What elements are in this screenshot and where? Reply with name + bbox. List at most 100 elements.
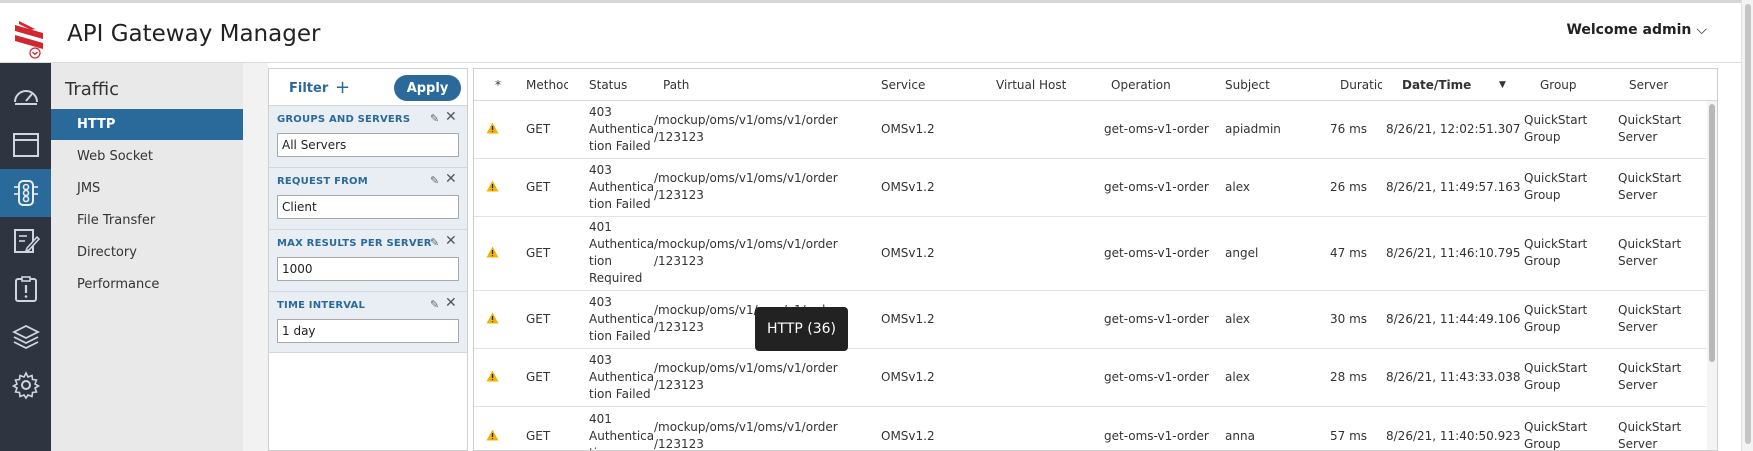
subject-cell: alex xyxy=(1225,179,1250,196)
column-header-server[interactable]: Server xyxy=(1629,78,1668,92)
column-header-service[interactable]: Service xyxy=(881,78,925,92)
edit-pencil-icon[interactable]: ✎ xyxy=(430,298,439,311)
subnav-item-directory[interactable]: Directory xyxy=(51,237,243,268)
window-nav-button[interactable] xyxy=(0,121,51,169)
request-from-field[interactable]: Client xyxy=(277,195,459,219)
scrollbar-thumb[interactable] xyxy=(1709,104,1715,362)
datetime-cell-line: 8/26/21, 11:46:10.795 xyxy=(1386,245,1521,260)
server-cell: QuickStart Server xyxy=(1618,419,1681,450)
table-row[interactable]: GET 403 Authentica tion Failed/mockup/oms/v… xyxy=(474,349,1708,407)
method-cell: GET xyxy=(526,245,550,262)
warning-icon xyxy=(486,429,499,441)
method-cell-line: GET xyxy=(526,311,551,326)
page-scrollbar[interactable] xyxy=(1741,0,1753,451)
operation-cell: get-oms-v1-order xyxy=(1104,245,1209,262)
column-header-subject[interactable]: Subject xyxy=(1225,78,1270,92)
column-header-flag[interactable]: * xyxy=(495,78,501,92)
status-cell-line: tion Failed xyxy=(589,386,651,401)
close-icon[interactable]: ✕ xyxy=(445,109,457,125)
top-bar: API Gateway Manager Welcome admin ⌵ xyxy=(0,0,1753,63)
path-cell-line: /mockup/oms/v1/oms/v1/order xyxy=(654,113,838,127)
column-header-status[interactable]: Status xyxy=(589,78,627,92)
alerts-nav-button[interactable] xyxy=(0,265,51,313)
table-row[interactable]: GET 403 Authentica tion Failed/mockup/oms/v… xyxy=(474,291,1708,349)
service-cell-line: OMSv1.2 xyxy=(881,245,935,260)
subnav-item-web-socket[interactable]: Web Socket xyxy=(51,141,243,172)
duration-cell: 57 ms xyxy=(1330,428,1367,445)
status-cell-line: Authentica xyxy=(589,237,655,251)
method-cell-line: GET xyxy=(526,245,551,260)
service-cell-line: OMSv1.2 xyxy=(881,311,935,326)
close-icon[interactable]: ✕ xyxy=(445,171,457,187)
add-filter-icon[interactable]: + xyxy=(335,77,350,98)
duration-cell: 26 ms xyxy=(1330,179,1367,196)
warning-icon xyxy=(486,180,499,192)
column-header-duration[interactable]: Duratio xyxy=(1340,78,1382,92)
server-cell-line: QuickStart xyxy=(1618,303,1682,317)
edit-nav-button[interactable] xyxy=(0,217,51,265)
datetime-cell-line: 8/26/21, 12:02:51.307 xyxy=(1386,121,1521,136)
filter-panel: Filter + Apply GROUPS AND SERVERS ✎ ✕ Al… xyxy=(268,68,468,451)
subject-cell-line: anna xyxy=(1225,428,1255,443)
server-cell-line: QuickStart xyxy=(1618,237,1682,251)
operation-cell: get-oms-v1-order xyxy=(1104,428,1209,445)
filter-header: Filter + Apply xyxy=(269,69,467,105)
group-cell: QuickStart Group xyxy=(1524,360,1587,394)
page-scrollbar-thumb[interactable] xyxy=(1745,4,1751,444)
max-results-field[interactable]: 1000 xyxy=(277,257,459,281)
user-menu[interactable]: Welcome admin ⌵ xyxy=(1566,22,1707,38)
group-cell-line: Group xyxy=(1524,378,1561,392)
apply-button[interactable]: Apply xyxy=(394,75,461,101)
edit-pencil-icon[interactable]: ✎ xyxy=(430,174,439,187)
filter-title[interactable]: Filter xyxy=(289,81,328,96)
settings-nav-button[interactable] xyxy=(0,361,51,409)
status-cell-line: tion Failed xyxy=(589,138,651,153)
status-cell-line: tion Failed xyxy=(589,196,651,211)
edit-pencil-icon[interactable]: ✎ xyxy=(430,112,439,125)
service-cell-line: OMSv1.2 xyxy=(881,369,935,384)
table-row[interactable]: GET 401 Authentica tion Required/mockup/oms/… xyxy=(474,217,1708,291)
subnav-item-file-transfer[interactable]: File Transfer xyxy=(51,205,243,236)
subnav-item-http[interactable]: HTTP xyxy=(51,109,243,140)
column-header-operation[interactable]: Operation xyxy=(1111,78,1171,92)
datetime-cell-line: 8/26/21, 11:49:57.163 xyxy=(1386,179,1521,194)
path-cell: /mockup/oms/v1/oms/v1/order/123123 xyxy=(654,112,838,146)
status-cell-line: Authentica xyxy=(589,369,655,384)
subject-cell: angel xyxy=(1225,245,1258,262)
operation-cell: get-oms-v1-order xyxy=(1104,311,1209,328)
time-interval-field[interactable]: 1 day xyxy=(277,319,459,343)
table-scrollbar[interactable] xyxy=(1707,101,1717,450)
datetime-cell: 8/26/21, 11:46:10.795 xyxy=(1386,245,1521,262)
status-cell-line: 403 xyxy=(589,294,612,309)
column-header-method[interactable]: Methoc xyxy=(526,78,568,92)
group-cell-line: Group xyxy=(1524,188,1561,202)
column-header-datetime[interactable]: Date/Time xyxy=(1402,78,1471,92)
service-cell: OMSv1.2 xyxy=(881,428,935,445)
operation-cell: get-oms-v1-order xyxy=(1104,121,1209,138)
layers-nav-button[interactable] xyxy=(0,313,51,361)
column-header-group[interactable]: Group xyxy=(1540,78,1577,92)
close-icon[interactable]: ✕ xyxy=(445,295,457,311)
dashboard-nav-button[interactable] xyxy=(0,73,51,121)
duration-cell-line: 76 ms xyxy=(1330,121,1368,136)
table-row[interactable]: GET 401 Authentica tion/mockup/oms/v1/oms/v… xyxy=(474,407,1708,450)
server-cell-line: Server xyxy=(1618,130,1658,144)
groups-servers-field[interactable]: All Servers xyxy=(277,133,459,157)
server-cell-line: Server xyxy=(1618,378,1658,392)
status-cell-line: 401 xyxy=(589,411,612,426)
table-row[interactable]: GET 403 Authentica tion Failed/mockup/oms/v… xyxy=(474,101,1708,159)
service-cell: OMSv1.2 xyxy=(881,121,935,138)
welcome-label: Welcome admin xyxy=(1566,22,1692,38)
method-cell-line: GET xyxy=(526,121,551,136)
subnav-item-jms[interactable]: JMS xyxy=(51,173,243,204)
traffic-nav-button[interactable] xyxy=(0,169,51,217)
path-cell-line: /mockup/oms/v1/oms/v1/order xyxy=(654,361,838,375)
edit-pencil-icon[interactable]: ✎ xyxy=(430,236,439,249)
column-header-path[interactable]: Path xyxy=(663,78,689,92)
method-cell-line: GET xyxy=(526,179,551,194)
subnav-item-performance[interactable]: Performance xyxy=(51,269,243,300)
operation-cell-line: get-oms-v1-order xyxy=(1104,245,1209,260)
close-icon[interactable]: ✕ xyxy=(445,233,457,249)
table-row[interactable]: GET 403 Authentica tion Failed/mockup/oms/v… xyxy=(474,159,1708,217)
column-header-virtual-host[interactable]: Virtual Host xyxy=(996,78,1066,92)
